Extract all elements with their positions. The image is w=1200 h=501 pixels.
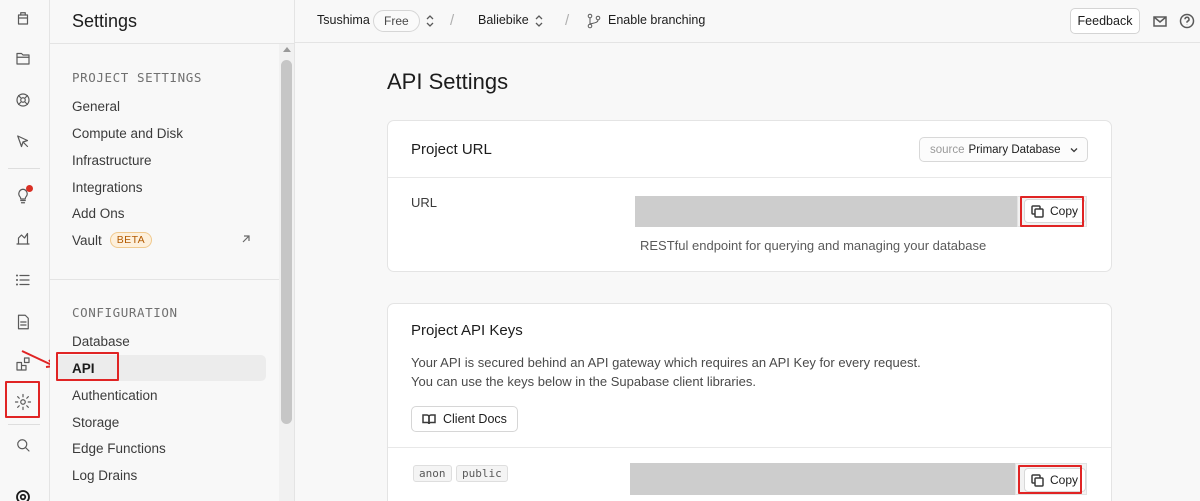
sidebar-item-storage[interactable]: Storage — [56, 409, 266, 435]
sql-editor-icon[interactable] — [8, 43, 38, 73]
sidebar-item-general[interactable]: General — [56, 93, 266, 119]
breadcrumb-separator: / — [565, 12, 570, 29]
sidebar-item-infrastructure[interactable]: Infrastructure — [56, 147, 266, 173]
sidebar-item-authentication[interactable]: Authentication — [56, 382, 266, 408]
table-editor-icon[interactable] — [8, 3, 38, 33]
settings-sidebar: Settings PROJECT SETTINGS General Comput… — [50, 0, 295, 501]
beta-badge: BETA — [109, 232, 153, 248]
url-label: URL — [411, 195, 438, 210]
sidebar-item-edge-functions[interactable]: Edge Functions — [56, 435, 266, 461]
client-docs-button[interactable]: Client Docs — [411, 406, 518, 432]
api-keys-card: Project API Keys Your API is secured beh… — [387, 303, 1112, 501]
top-bar: Tsushima Free / Baliebike / Enable branc… — [295, 0, 1200, 43]
sidebar-item-vault[interactable]: Vault BETA — [56, 227, 266, 253]
anon-key-field[interactable] — [630, 463, 1015, 495]
public-tag: public — [456, 465, 508, 482]
source-prefix: source — [930, 143, 965, 156]
cursor-icon[interactable] — [8, 127, 38, 157]
sidebar-item-integrations[interactable]: Integrations — [56, 174, 266, 200]
scroll-up-arrow[interactable] — [283, 47, 291, 52]
search-icon[interactable] — [8, 430, 38, 460]
logs-icon[interactable] — [8, 265, 38, 295]
api-highlight-box — [56, 352, 119, 381]
inbox-icon[interactable] — [1152, 13, 1168, 29]
git-branch-icon — [587, 13, 601, 29]
api-keys-title: Project API Keys — [411, 322, 523, 339]
plan-badge: Free — [373, 10, 420, 32]
copy-anon-highlight-box — [1018, 465, 1082, 494]
lightbulb-icon[interactable] — [8, 181, 38, 211]
database-icon[interactable] — [8, 85, 38, 115]
reports-icon[interactable] — [8, 223, 38, 253]
sidebar-item-add-ons[interactable]: Add Ons — [56, 200, 266, 226]
notification-dot — [26, 185, 33, 192]
api-keys-description-1: Your API is secured behind an API gatewa… — [411, 355, 921, 370]
breadcrumb-separator: / — [450, 12, 455, 29]
anon-tag: anon — [413, 465, 452, 482]
org-name[interactable]: Tsushima — [317, 13, 370, 27]
chevrons-up-down-icon[interactable] — [534, 14, 544, 28]
url-helper-text: RESTful endpoint for querying and managi… — [640, 238, 987, 253]
chevrons-up-down-icon[interactable] — [425, 14, 435, 28]
book-open-icon — [422, 414, 436, 425]
api-keys-description-2: You can use the keys below in the Supaba… — [411, 374, 756, 389]
source-select[interactable]: source Primary Database — [919, 137, 1088, 162]
sidebar-scroll-thumb[interactable] — [281, 60, 292, 424]
feedback-button[interactable]: Feedback — [1070, 8, 1140, 34]
configuration-heading: CONFIGURATION — [72, 305, 178, 320]
project-url-card: Project URL source Primary Database URL … — [387, 120, 1112, 272]
url-field[interactable] — [635, 196, 1017, 227]
page-title: API Settings — [387, 69, 509, 94]
sidebar-item-log-drains[interactable]: Log Drains — [56, 462, 266, 488]
profile-icon[interactable] — [8, 482, 38, 501]
sidebar-title: Settings — [72, 11, 138, 31]
sidebar-item-database[interactable]: Database — [56, 328, 266, 354]
api-docs-icon[interactable] — [8, 307, 38, 337]
enable-branching-link[interactable]: Enable branching — [608, 13, 705, 27]
copy-url-highlight-box — [1020, 196, 1084, 227]
external-link-icon — [242, 235, 250, 243]
icon-rail — [0, 0, 55, 501]
project-name[interactable]: Baliebike — [478, 13, 529, 27]
chevron-down-icon — [1070, 148, 1078, 153]
project-settings-heading: PROJECT SETTINGS — [72, 70, 203, 85]
help-icon[interactable] — [1179, 13, 1195, 29]
project-url-title: Project URL — [411, 141, 492, 158]
settings-highlight-box — [5, 381, 40, 418]
sidebar-item-compute-and-disk[interactable]: Compute and Disk — [56, 120, 266, 146]
source-value: Primary Database — [968, 143, 1061, 156]
